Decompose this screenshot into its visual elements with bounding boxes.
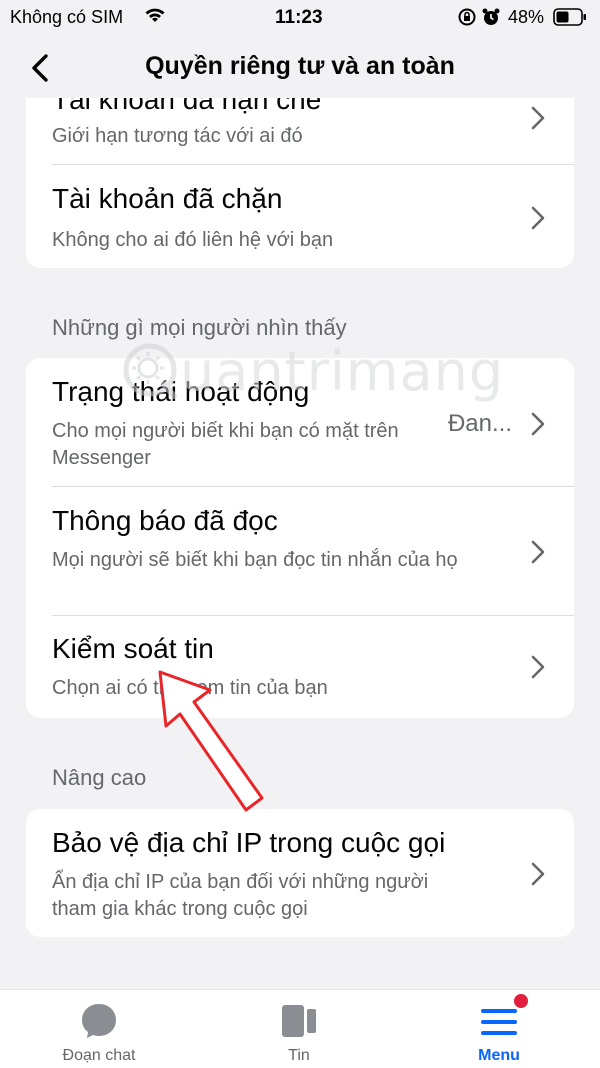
chevron-right-icon [531, 412, 545, 436]
tab-menu[interactable]: Menu [419, 990, 579, 1068]
tab-stories[interactable]: Tin [219, 990, 379, 1068]
header-overlay: Quyền riêng tư và an toàn [0, 36, 600, 98]
page-title: Quyền riêng tư và an toàn [145, 52, 455, 80]
chevron-right-icon [531, 655, 545, 679]
restrictions-card: Tài khoản đã hạn chế Giới hạn tương tác … [26, 78, 574, 268]
chevron-right-icon [531, 540, 545, 564]
advanced-card: Bảo vệ địa chỉ IP trong cuộc gọi Ẩn địa … [26, 809, 574, 937]
row-subtitle: Ẩn địa chỉ IP của bạn đối với những ngườ… [52, 871, 429, 920]
row-subtitle: Cho mọi người biết khi bạn có mặt trên M… [52, 420, 399, 469]
tab-label: Đoạn chat [62, 1047, 136, 1064]
stories-icon [282, 1005, 316, 1037]
settings-row-ip-protection[interactable]: Bảo vệ địa chỉ IP trong cuộc gọi Ẩn địa … [26, 809, 574, 937]
battery-percent: 48% [508, 7, 545, 27]
row-subtitle: Giới hạn tương tác với ai đó [52, 125, 303, 147]
visibility-card: Trạng thái hoạt động Cho mọi người biết … [26, 358, 574, 718]
row-subtitle: Không cho ai đó liên hệ với bạn [52, 229, 334, 251]
settings-row-blocked-accounts[interactable]: Tài khoản đã chặn Không cho ai đó liên h… [26, 165, 574, 268]
row-value: Đan... [447, 410, 512, 437]
tab-chats[interactable]: Đoạn chat [19, 990, 179, 1068]
watermark-text: uantrimang [180, 340, 505, 403]
clock: 11:23 [275, 7, 323, 28]
row-title: Tài khoản đã chặn [52, 183, 283, 214]
row-title: Bảo vệ địa chỉ IP trong cuộc gọi [52, 827, 446, 858]
rotation-lock-icon [458, 8, 476, 26]
tab-label: Tin [288, 1047, 310, 1064]
watermark-logo-icon [123, 343, 177, 399]
wifi-icon [145, 8, 165, 22]
tab-bar: Đoạn chat Tin Menu [0, 989, 600, 1068]
annotation-arrow-icon [158, 670, 264, 812]
settings-row-read-receipts[interactable]: Thông báo đã đọc Mọi người sẽ biết khi b… [26, 487, 574, 615]
chevron-right-icon [531, 206, 545, 230]
battery-icon [553, 8, 586, 26]
row-subtitle: Mọi người sẽ biết khi bạn đọc tin nhắn c… [52, 549, 458, 571]
section-label-advanced: Nâng cao [52, 765, 147, 790]
tab-label: Menu [478, 1047, 520, 1064]
settings-row-story-controls[interactable]: Kiểm soát tin Chọn ai có thể xem tin của… [26, 616, 574, 718]
chat-bubble-icon [82, 1004, 116, 1038]
carrier-label: Không có SIM [10, 7, 124, 27]
row-title: Kiểm soát tin [52, 633, 214, 664]
row-title: Thông báo đã đọc [52, 505, 278, 536]
chevron-right-icon [531, 106, 545, 130]
status-bar: Không có SIM 11:23 48% [0, 0, 600, 36]
watermark: uantrimang [118, 332, 503, 412]
alarm-icon [482, 8, 500, 25]
notification-badge [512, 992, 530, 1010]
chevron-right-icon [531, 862, 545, 886]
menu-icon [481, 1009, 517, 1035]
